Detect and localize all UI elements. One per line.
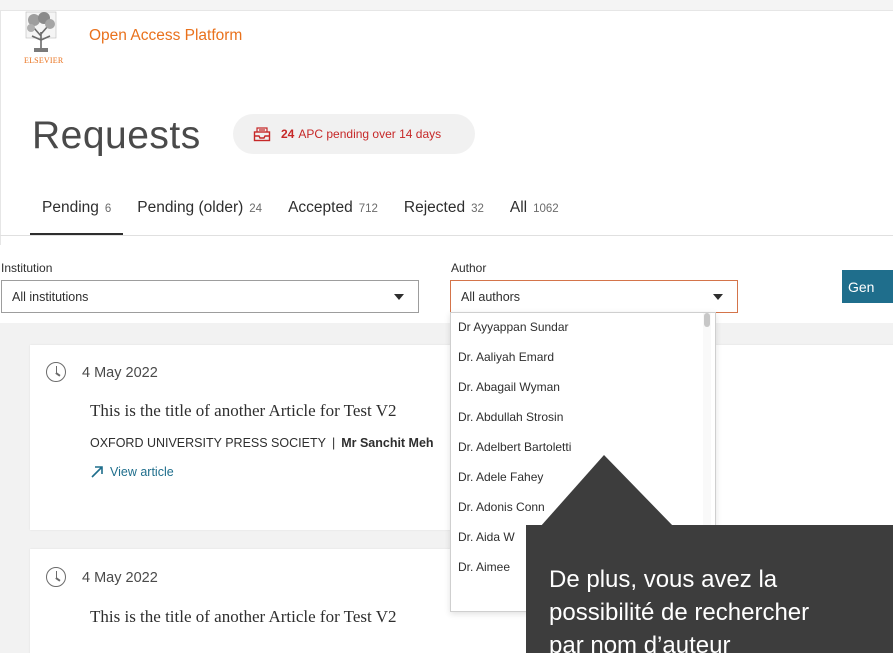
tooltip-line: possibilité de rechercher (549, 599, 810, 626)
institution-value: All institutions (12, 289, 89, 304)
tab-label: All (509, 199, 528, 216)
clock-icon (46, 362, 66, 382)
tooltip-pointer (540, 455, 674, 527)
elsevier-tree-icon (25, 11, 57, 52)
tab-label: Pending (42, 199, 99, 216)
pending-alert-badge[interactable]: 24 APC pending over 14 days (233, 114, 475, 154)
tab-rejected[interactable]: Rejected 32 (404, 199, 496, 235)
tab-count: 1062 (533, 203, 559, 215)
page-title: Requests (32, 114, 201, 157)
chevron-down-icon (394, 294, 404, 300)
badge-text: APC pending over 14 days (298, 127, 442, 141)
clock-icon (46, 567, 66, 587)
badge-count: 24 (281, 127, 295, 141)
institution-select[interactable]: All institutions (1, 280, 419, 313)
author-value: All authors (461, 289, 521, 304)
tab-pending[interactable]: Pending 6 (30, 199, 124, 235)
chevron-down-icon (713, 294, 723, 300)
institution-label: Institution (1, 261, 53, 275)
article-meta: OXFORD UNIVERSITY PRESS SOCIETY | Mr Sanch… (90, 436, 434, 450)
generate-button[interactable]: Gen (842, 270, 893, 303)
author-label: Author (451, 261, 487, 275)
tab-count: 32 (471, 203, 484, 215)
article-title: This is the title of another Article for… (90, 607, 397, 626)
author-name: Mr Sanchit Meh (341, 436, 434, 450)
view-article-link[interactable]: View article (90, 465, 174, 479)
tab-all[interactable]: All 1062 (510, 199, 571, 235)
meta-separator: | (331, 436, 336, 450)
tab-pending-older[interactable]: Pending (older) 24 (137, 199, 274, 235)
view-article-label: View article (110, 465, 174, 479)
tab-label: Accepted (288, 199, 353, 216)
request-date: 4 May 2022 (82, 365, 158, 381)
dropdown-scrollbar-thumb[interactable] (704, 313, 710, 327)
author-option[interactable]: Dr. Abdullah Strosin (451, 403, 699, 431)
brand-name[interactable]: Open Access Platform (89, 27, 242, 45)
inbox-icon (253, 127, 271, 142)
tab-count: 6 (104, 203, 112, 215)
tooltip-line: par nom d’auteur (549, 632, 731, 653)
publisher-name: OXFORD UNIVERSITY PRESS SOCIETY (90, 436, 326, 450)
tabs-divider (0, 235, 893, 236)
article-title: This is the title of another Article for… (90, 401, 397, 420)
external-arrow-icon (90, 465, 104, 479)
author-select[interactable]: All authors (450, 280, 738, 313)
status-tabs: Pending 6 Pending (older) 24 Accepted 71… (30, 199, 585, 235)
tab-label: Rejected (403, 199, 466, 216)
top-bar: ELSEVIER Open Access Platform (0, 0, 893, 70)
logo-text: ELSEVIER (24, 56, 64, 65)
tab-count: 24 (249, 203, 263, 215)
author-option[interactable]: Dr Ayyappan Sundar (451, 313, 699, 341)
author-option[interactable]: Dr. Aaliyah Emard (451, 343, 699, 371)
help-tooltip: De plus, vous avez la possibilité de rec… (526, 525, 893, 653)
tooltip-line: De plus, vous avez la (549, 566, 778, 593)
tab-label: Pending (older) (137, 199, 244, 216)
tab-accepted[interactable]: Accepted 712 (288, 199, 390, 235)
request-date: 4 May 2022 (82, 570, 158, 586)
elsevier-logo[interactable]: ELSEVIER (24, 10, 80, 72)
author-option[interactable]: Dr. Abagail Wyman (451, 373, 699, 401)
tab-count: 712 (358, 203, 378, 215)
